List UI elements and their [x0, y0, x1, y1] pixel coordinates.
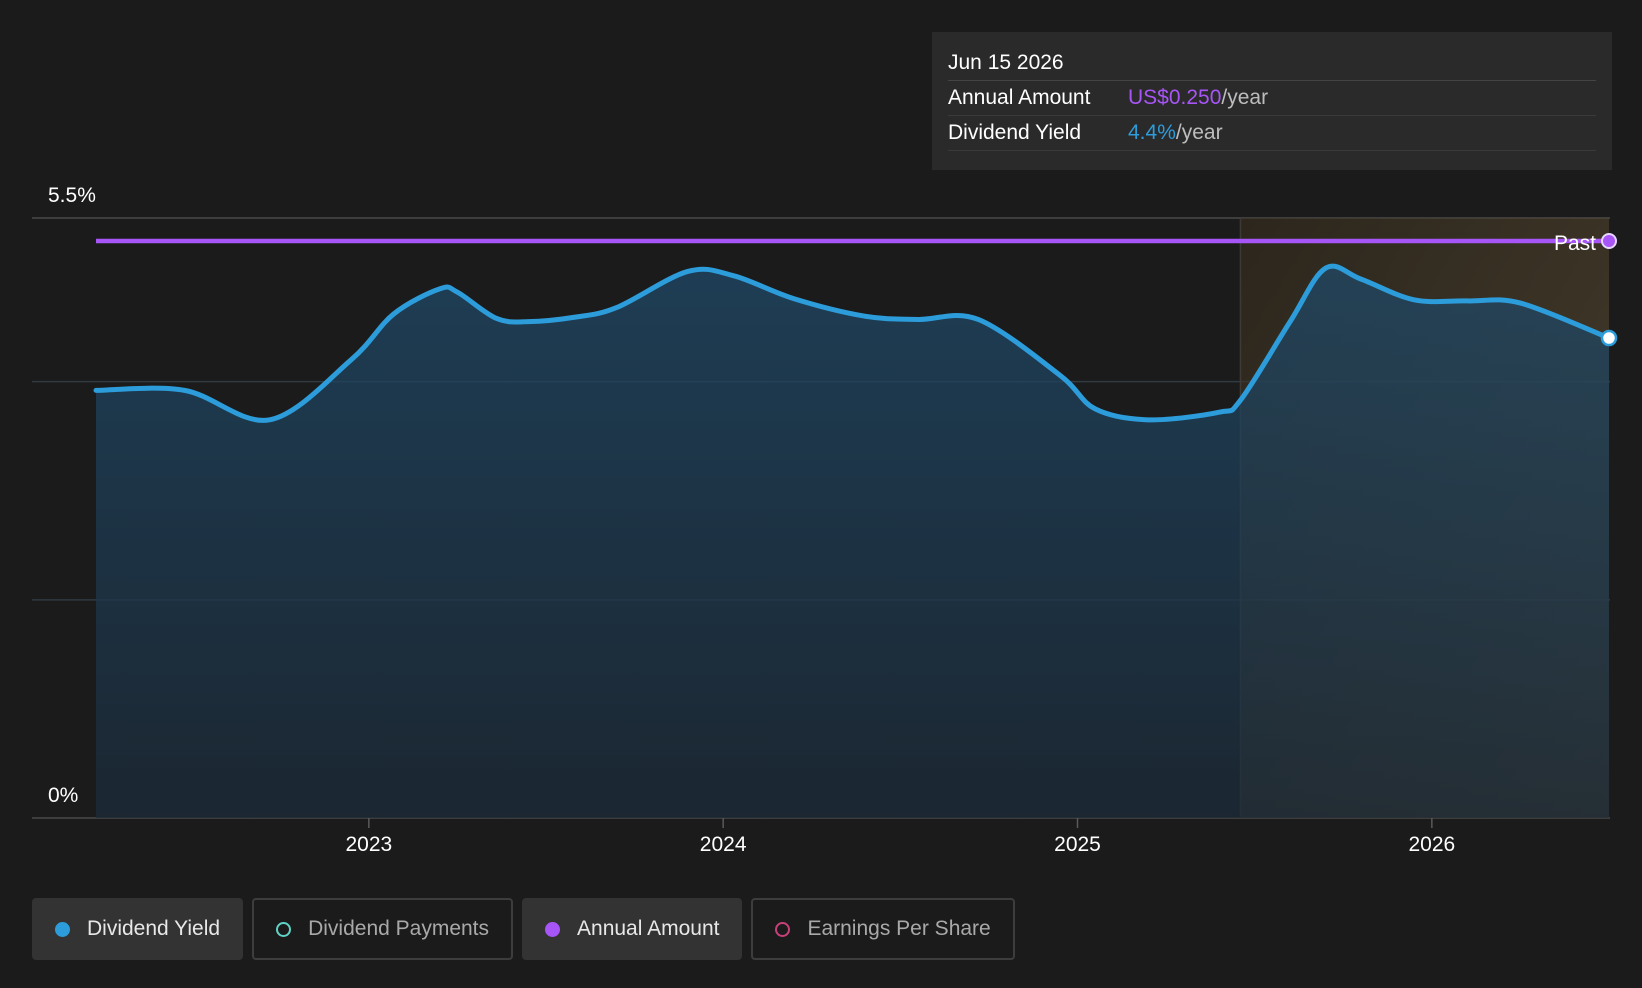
- chart-legend: Dividend Yield Dividend Payments Annual …: [32, 898, 1015, 960]
- tooltip-date: Jun 15 2026: [948, 46, 1596, 81]
- x-tick-label: 2025: [1054, 833, 1101, 856]
- tooltip-label: Annual Amount: [948, 86, 1091, 109]
- dot-icon: [545, 921, 561, 937]
- dividend-yield-area: [96, 266, 1609, 818]
- ring-icon: [276, 921, 292, 937]
- tooltip-value: 4.4%: [1128, 121, 1176, 144]
- tooltip-unit: /year: [1221, 86, 1269, 109]
- legend-earnings-per-share[interactable]: Earnings Per Share: [751, 898, 1015, 960]
- hover-tooltip: Jun 15 2026 Annual Amount US$0.250 /year…: [932, 32, 1612, 170]
- x-tick-label: 2026: [1408, 833, 1455, 856]
- legend-label: Earnings Per Share: [807, 917, 991, 940]
- tooltip-row-dividend-yield: Dividend Yield 4.4% /year: [948, 116, 1596, 151]
- past-label: Past: [1554, 232, 1596, 255]
- legend-dividend-yield[interactable]: Dividend Yield: [32, 898, 244, 960]
- tooltip-label: Dividend Yield: [948, 121, 1082, 144]
- tooltip-row-annual-amount: Annual Amount US$0.250 /year: [948, 81, 1596, 116]
- x-tick-label: 2023: [345, 833, 392, 856]
- legend-annual-amount[interactable]: Annual Amount: [522, 898, 743, 960]
- annual-amount-marker: [1601, 233, 1617, 249]
- legend-label: Annual Amount: [577, 917, 720, 940]
- x-tick-label: 2024: [700, 833, 747, 856]
- tooltip-unit: /year: [1175, 121, 1223, 144]
- legend-dividend-payments[interactable]: Dividend Payments: [252, 898, 514, 960]
- legend-label: Dividend Payments: [308, 917, 490, 940]
- dot-icon: [55, 921, 70, 937]
- ring-icon: [775, 921, 791, 937]
- tooltip-value: US$0.250: [1128, 86, 1222, 109]
- legend-label: Dividend Yield: [87, 917, 221, 940]
- y-tick-label: 0%: [48, 784, 78, 807]
- y-tick-label: 5.5%: [48, 184, 96, 207]
- dividend-yield-marker: [1600, 329, 1618, 347]
